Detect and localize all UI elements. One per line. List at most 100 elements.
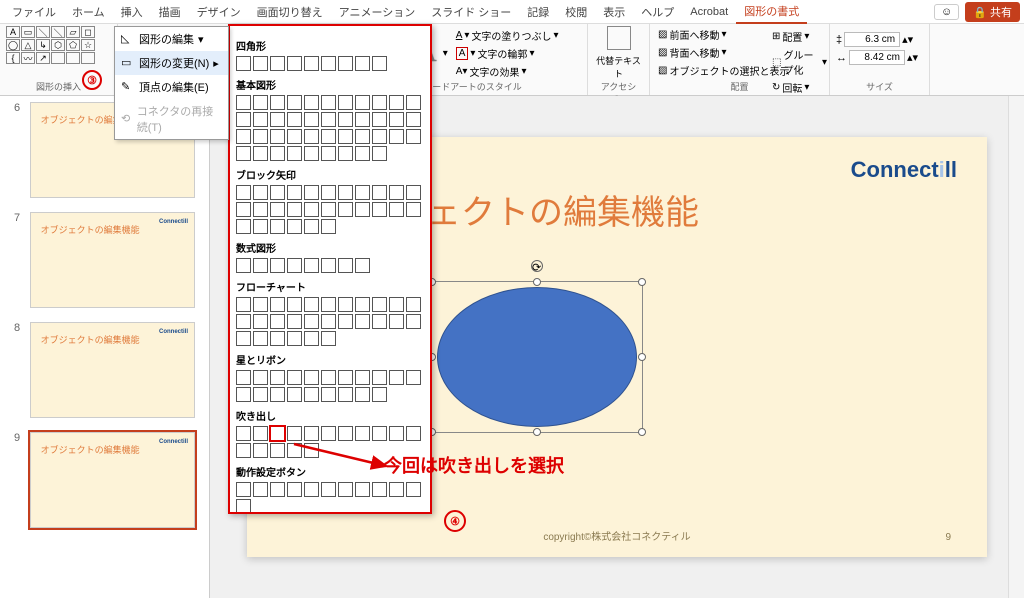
shape-option[interactable]: [355, 426, 370, 441]
shape-option[interactable]: [355, 112, 370, 127]
shape-option[interactable]: [287, 95, 302, 110]
shape-option[interactable]: [321, 202, 336, 217]
shape-option[interactable]: [355, 95, 370, 110]
shape-option[interactable]: [355, 146, 370, 161]
shape-option[interactable]: [355, 370, 370, 385]
shape-option[interactable]: [321, 95, 336, 110]
shape-option[interactable]: [304, 185, 319, 200]
shape-option[interactable]: [338, 146, 353, 161]
shape-option[interactable]: [406, 297, 421, 312]
shape-option[interactable]: [338, 314, 353, 329]
shape-option[interactable]: [270, 129, 285, 144]
shape-option[interactable]: [304, 370, 319, 385]
shape-option[interactable]: [236, 297, 251, 312]
shape-option[interactable]: [287, 482, 302, 497]
align-button[interactable]: ⊞ 配置 ▾: [770, 28, 829, 45]
shape-option[interactable]: [406, 202, 421, 217]
shape-option[interactable]: [355, 202, 370, 217]
shape-option[interactable]: [321, 331, 336, 346]
shape-option[interactable]: [287, 129, 302, 144]
shape-option[interactable]: [406, 370, 421, 385]
shape-option[interactable]: [253, 129, 268, 144]
shape-option[interactable]: [355, 258, 370, 273]
shape-option[interactable]: [236, 387, 251, 402]
resize-handle-n[interactable]: [533, 278, 541, 286]
tab-transition[interactable]: 画面切り替え: [249, 1, 331, 23]
shape-option[interactable]: [406, 95, 421, 110]
shape-option[interactable]: [270, 219, 285, 234]
shape-option[interactable]: [270, 426, 285, 441]
shape-option[interactable]: [270, 202, 285, 217]
shape-option[interactable]: [338, 185, 353, 200]
shape-option[interactable]: [372, 202, 387, 217]
shape-option[interactable]: [372, 387, 387, 402]
tab-view[interactable]: 表示: [595, 1, 633, 23]
text-effect-button[interactable]: A▾ 文字の効果 ▾: [454, 63, 561, 80]
shape-option[interactable]: [287, 56, 302, 71]
shape-option[interactable]: [321, 258, 336, 273]
tab-help[interactable]: ヘルプ: [633, 1, 682, 23]
shape-option[interactable]: [253, 112, 268, 127]
shape-option[interactable]: [304, 129, 319, 144]
shape-option[interactable]: [253, 443, 268, 458]
shape-option[interactable]: [270, 314, 285, 329]
text-outline-button[interactable]: A▾ 文字の輪郭 ▾: [454, 45, 561, 62]
shape-option[interactable]: [253, 370, 268, 385]
shape-option[interactable]: [270, 482, 285, 497]
shape-option[interactable]: [270, 443, 285, 458]
shape-option[interactable]: [270, 258, 285, 273]
shape-option[interactable]: [338, 258, 353, 273]
shape-option[interactable]: [389, 129, 404, 144]
shape-option[interactable]: [406, 314, 421, 329]
shape-option[interactable]: [372, 146, 387, 161]
shape-option[interactable]: [389, 95, 404, 110]
shape-option[interactable]: [236, 202, 251, 217]
shape-option[interactable]: [406, 185, 421, 200]
shape-option[interactable]: [253, 56, 268, 71]
shape-option[interactable]: [270, 185, 285, 200]
shape-option[interactable]: [338, 202, 353, 217]
shape-option[interactable]: [287, 258, 302, 273]
height-input[interactable]: [844, 32, 900, 47]
shape-option[interactable]: [372, 112, 387, 127]
shape-option[interactable]: [338, 56, 353, 71]
shape-option[interactable]: [304, 426, 319, 441]
shape-option[interactable]: [236, 482, 251, 497]
shape-option[interactable]: [338, 426, 353, 441]
shape-option[interactable]: [304, 146, 319, 161]
shape-option[interactable]: [287, 331, 302, 346]
shape-option[interactable]: [287, 146, 302, 161]
shape-option[interactable]: [389, 202, 404, 217]
shape-option[interactable]: [253, 146, 268, 161]
shape-option[interactable]: [338, 95, 353, 110]
shape-option[interactable]: [406, 482, 421, 497]
shape-option[interactable]: [270, 297, 285, 312]
shape-option[interactable]: [321, 219, 336, 234]
shape-option[interactable]: [253, 185, 268, 200]
shape-option[interactable]: [236, 499, 251, 514]
shape-option[interactable]: [321, 387, 336, 402]
shape-option[interactable]: [338, 129, 353, 144]
shape-option[interactable]: [321, 56, 336, 71]
shape-option[interactable]: [253, 331, 268, 346]
shape-option[interactable]: [372, 370, 387, 385]
thumbnail-panel[interactable]: 6 Connectillオブジェクトの編集機能 7 Connectillオブジェ…: [0, 96, 210, 598]
resize-handle-se[interactable]: [638, 428, 646, 436]
shape-option[interactable]: [338, 297, 353, 312]
shape-option[interactable]: [253, 297, 268, 312]
shape-option[interactable]: [287, 426, 302, 441]
shape-option[interactable]: [389, 297, 404, 312]
thumbnail-7[interactable]: Connectillオブジェクトの編集機能: [30, 212, 195, 308]
shape-option[interactable]: [236, 370, 251, 385]
shape-option[interactable]: [321, 370, 336, 385]
shape-option[interactable]: [270, 112, 285, 127]
shape-option[interactable]: [253, 202, 268, 217]
shape-option[interactable]: [236, 258, 251, 273]
tab-insert[interactable]: 挿入: [113, 1, 151, 23]
shape-option[interactable]: [304, 331, 319, 346]
shape-option[interactable]: [270, 95, 285, 110]
menu-change-shape[interactable]: ▭図形の変更(N) ▸: [115, 51, 228, 75]
shape-option[interactable]: [304, 482, 319, 497]
shape-gallery-mini[interactable]: A▭＼＼▱◻ ◯△↳⬡⬠☆ {〰↗: [6, 26, 95, 64]
shape-option[interactable]: [304, 314, 319, 329]
